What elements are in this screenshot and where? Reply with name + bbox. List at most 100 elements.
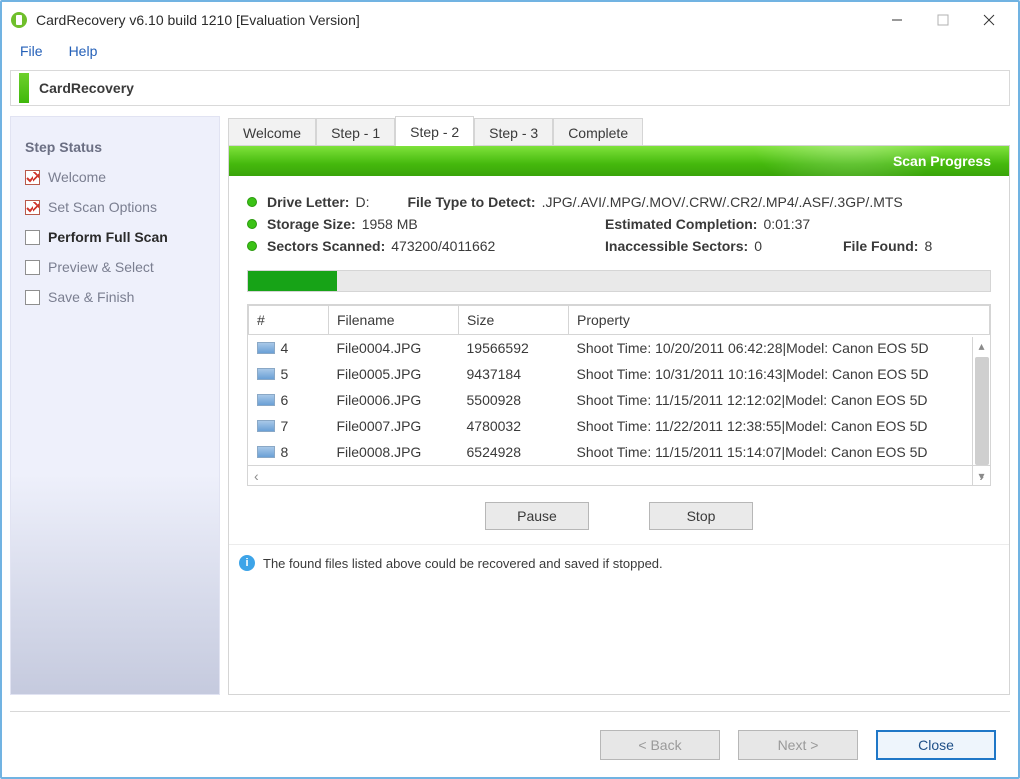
next-button[interactable]: Next > [738,730,858,760]
file-thumb-icon [257,446,275,458]
table-row[interactable]: 7 File0007.JPG 4780032 Shoot Time: 11/22… [249,413,990,439]
col-size[interactable]: Size [459,306,569,335]
tab-step-1[interactable]: Step - 1 [316,118,395,146]
back-button[interactable]: < Back [600,730,720,760]
tab-complete[interactable]: Complete [553,118,643,146]
scan-info: Drive Letter: D: File Type to Detect: .J… [229,176,1009,266]
inaccessible-sectors-label: Inaccessible Sectors: [605,238,748,254]
cell-num: 5 [281,366,289,382]
progress-fill [248,271,337,291]
sidebar-item-set-scan-options[interactable]: Set Scan Options [25,199,205,215]
table-horizontal-scrollbar[interactable]: ‹ › [248,465,990,485]
info-row-2: Storage Size: 1958 MB Estimated Completi… [247,216,991,232]
sidebar-fade [11,474,219,694]
file-thumb-icon [257,394,275,406]
content: Welcome Step - 1 Step - 2 Step - 3 Compl… [228,116,1010,695]
drive-letter-label: Drive Letter: [267,194,349,210]
cell-filename: File0005.JPG [329,361,459,387]
minimize-button[interactable] [874,5,920,35]
hint-row: i The found files listed above could be … [229,544,1009,575]
status-dot-icon [247,197,257,207]
table-row[interactable]: 4 File0004.JPG 19566592 Shoot Time: 10/2… [249,335,990,362]
app-window: CardRecovery v6.10 build 1210 [Evaluatio… [0,0,1020,779]
stop-button[interactable]: Stop [649,502,753,530]
scroll-up-icon[interactable]: ▴ [973,337,990,355]
main-area: Step Status Welcome Set Scan Options Per… [2,106,1018,695]
progress-wrap [229,266,1009,304]
cell-filename: File0008.JPG [329,439,459,465]
banner-indicator [19,73,29,103]
sidebar: Step Status Welcome Set Scan Options Per… [10,116,220,695]
cell-size: 19566592 [459,335,569,362]
file-found-value: 8 [924,238,932,254]
tabs: Welcome Step - 1 Step - 2 Step - 3 Compl… [228,116,1010,146]
cell-filename: File0004.JPG [329,335,459,362]
col-filename[interactable]: Filename [329,306,459,335]
tab-step-3[interactable]: Step - 3 [474,118,553,146]
file-found-label: File Found: [843,238,918,254]
window-controls [874,5,1012,35]
cell-size: 5500928 [459,387,569,413]
info-icon: i [239,555,255,571]
sidebar-item-label: Set Scan Options [48,199,157,215]
scroll-left-icon[interactable]: ‹ [254,468,259,484]
cell-size: 9437184 [459,361,569,387]
content-body: Scan Progress Drive Letter: D: File Type… [228,145,1010,695]
sidebar-item-label: Perform Full Scan [48,229,168,245]
sidebar-item-perform-full-scan[interactable]: Perform Full Scan [25,229,205,245]
table-vertical-scrollbar[interactable]: ▴ ▾ [972,337,990,485]
table-row[interactable]: 6 File0006.JPG 5500928 Shoot Time: 11/15… [249,387,990,413]
table-header-row: # Filename Size Property [249,306,990,335]
minimize-icon [891,14,903,26]
scroll-thumb[interactable] [975,357,989,465]
storage-size-label: Storage Size: [267,216,356,232]
col-property[interactable]: Property [569,306,990,335]
cell-property: Shoot Time: 10/31/2011 10:16:43|Model: C… [569,361,990,387]
sectors-scanned-label: Sectors Scanned: [267,238,385,254]
cell-num: 6 [281,392,289,408]
file-thumb-icon [257,342,275,354]
sidebar-item-save-finish[interactable]: Save & Finish [25,289,205,305]
maximize-button[interactable] [920,5,966,35]
close-app-button[interactable]: Close [876,730,996,760]
close-icon [983,14,995,26]
banner-wrap: CardRecovery [2,64,1018,106]
results-table: # Filename Size Property 4 File0004.JPG … [248,305,990,465]
sidebar-heading: Step Status [25,139,205,155]
info-row-3: Sectors Scanned: 473200/4011662 Inaccess… [247,238,991,254]
hint-text: The found files listed above could be re… [263,556,663,571]
banner-title: CardRecovery [39,80,134,96]
checkbox-empty-icon [25,230,40,245]
footer: < Back Next > Close [10,711,1010,777]
menu-file[interactable]: File [10,39,53,63]
file-type-label: File Type to Detect: [407,194,535,210]
tab-step-2[interactable]: Step - 2 [395,116,474,146]
drive-letter-value: D: [355,194,369,210]
scroll-down-icon[interactable]: ▾ [973,467,990,485]
col-num[interactable]: # [249,306,329,335]
window-title: CardRecovery v6.10 build 1210 [Evaluatio… [36,12,874,28]
banner: CardRecovery [10,70,1010,106]
status-dot-icon [247,219,257,229]
menu-help[interactable]: Help [59,39,108,63]
table-row[interactable]: 8 File0008.JPG 6524928 Shoot Time: 11/15… [249,439,990,465]
pause-button[interactable]: Pause [485,502,589,530]
sidebar-item-welcome[interactable]: Welcome [25,169,205,185]
info-row-1: Drive Letter: D: File Type to Detect: .J… [247,194,991,210]
eta-label: Estimated Completion: [605,216,757,232]
checkbox-checked-icon [25,200,40,215]
sidebar-item-preview-select[interactable]: Preview & Select [25,259,205,275]
menu-bar: File Help [2,38,1018,64]
maximize-icon [937,14,949,26]
cell-num: 4 [281,340,289,356]
scan-button-row: Pause Stop [229,496,1009,544]
close-button[interactable] [966,5,1012,35]
table-row[interactable]: 5 File0005.JPG 9437184 Shoot Time: 10/31… [249,361,990,387]
sidebar-item-label: Preview & Select [48,259,154,275]
cell-num: 8 [281,444,289,460]
tab-welcome[interactable]: Welcome [228,118,316,146]
storage-size-value: 1958 MB [362,216,418,232]
cell-property: Shoot Time: 10/20/2011 06:42:28|Model: C… [569,335,990,362]
results-table-wrap: # Filename Size Property 4 File0004.JPG … [247,304,991,486]
checkbox-empty-icon [25,290,40,305]
